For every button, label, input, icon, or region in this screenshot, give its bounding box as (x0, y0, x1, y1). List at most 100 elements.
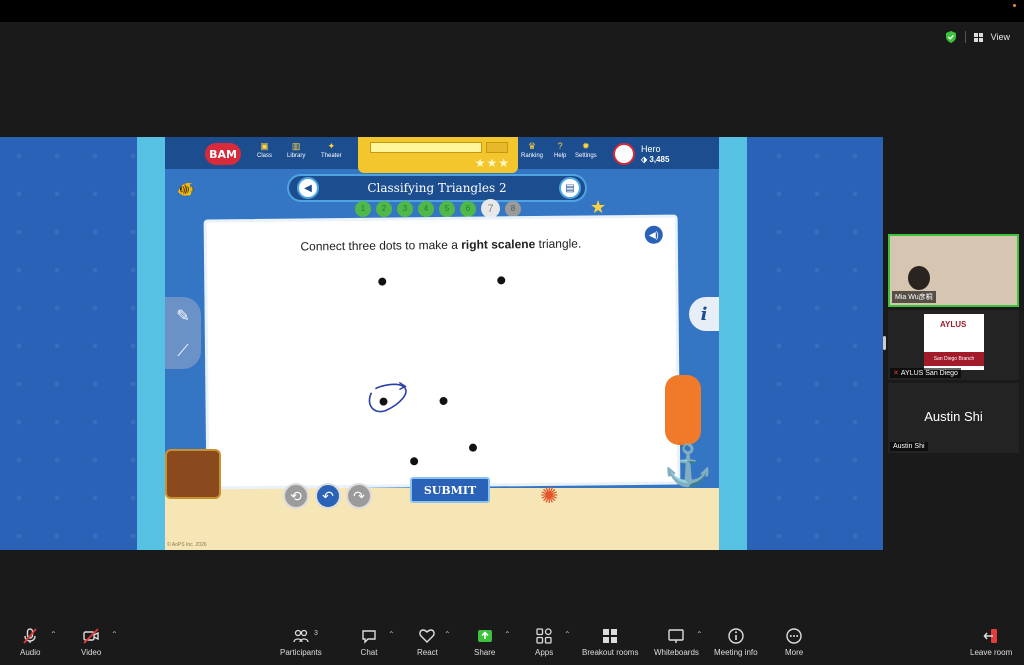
mic-muted-icon: ✕ (893, 370, 899, 377)
view-label[interactable]: View (991, 32, 1010, 42)
grid-dot[interactable] (468, 443, 478, 452)
audio-button[interactable]: Audio (20, 626, 40, 657)
back-button[interactable]: ◀ (297, 177, 319, 199)
video-options-caret[interactable]: ⌃ (111, 630, 118, 639)
frame-right (719, 137, 747, 550)
nav-theater[interactable]: ✦ Theater (321, 141, 342, 159)
nav-settings[interactable]: ✹ Settings (575, 141, 597, 159)
view-control[interactable]: View (945, 31, 1010, 43)
hero-avatar (613, 143, 635, 165)
step-3[interactable]: 3 (397, 200, 413, 217)
participants-count: 3 (314, 630, 318, 637)
whiteboards-options-caret[interactable]: ⌃ (696, 630, 703, 639)
apps-options-caret[interactable]: ⌃ (564, 630, 571, 639)
shared-screen: BAM ▣ Class ▥ Library ✦ Theater ♛ Ranking ? H… (0, 137, 883, 550)
ranking-icon: ♛ (527, 141, 537, 151)
react-options-caret[interactable]: ⌃ (444, 630, 451, 639)
participant-video-austin[interactable]: Austin Shi Austin Shi (888, 383, 1019, 453)
help-icon: ? (557, 141, 563, 151)
info-icon: i (700, 303, 708, 325)
redo-icon: ↷ (353, 487, 365, 504)
redo-button[interactable]: ↷ (346, 483, 372, 509)
step-5[interactable]: 5 (439, 200, 455, 217)
banner-slot-small (486, 142, 508, 153)
hero-coins: ⬗ 3,485 (641, 154, 670, 164)
more-button[interactable]: More (785, 626, 803, 657)
share-button[interactable]: Share (474, 626, 495, 657)
crab-icon: ✺ (540, 483, 559, 508)
audio-options-caret[interactable]: ⌃ (50, 630, 57, 639)
breakout-rooms-icon (603, 629, 618, 643)
anchor-icon: ⚓ (663, 444, 713, 488)
hero-profile[interactable]: Hero ⬗ 3,485 (613, 141, 685, 167)
step-indicator: 1 2 3 4 5 6 7 8 (355, 199, 521, 218)
grid-dot[interactable] (439, 396, 448, 406)
step-7-current[interactable]: 7 (481, 199, 500, 218)
coral-icon (665, 375, 701, 445)
drawing-board[interactable]: Connect three dots to make a right scale… (203, 214, 681, 490)
more-icon (786, 628, 802, 644)
whiteboards-button[interactable]: Whiteboards (654, 626, 699, 657)
meeting-toolbar: Audio ⌃ Video ⌃ Participants 3 Chat ⌃ Re… (0, 620, 1024, 665)
grid-icon (973, 32, 983, 42)
book-button[interactable]: ▤ (559, 177, 581, 199)
grid-dot[interactable] (410, 457, 419, 466)
breakout-rooms-button[interactable]: Breakout rooms (582, 626, 638, 657)
theater-icon: ✦ (327, 141, 336, 151)
divider (964, 31, 966, 43)
participant-name: Mia Wu彦桐 (892, 291, 936, 303)
pencil-icon[interactable]: ✎ (176, 306, 189, 326)
participant-display-name: Austin Shi (924, 409, 983, 424)
game-area: BAM ▣ Class ▥ Library ✦ Theater ♛ Ranking ? H… (165, 137, 719, 550)
nav-help[interactable]: ? Help (554, 141, 566, 159)
info-circle-icon (728, 628, 744, 644)
participant-video-mia[interactable]: Mia Wu彦桐 (888, 234, 1019, 307)
undo-icon: ↶ (322, 487, 334, 504)
ruler-icon[interactable]: ⟋ (177, 343, 188, 361)
nav-class[interactable]: ▣ Class (257, 141, 272, 159)
participant-name: ✕ AYLUS San Diego (890, 368, 961, 378)
recording-dot (1013, 4, 1016, 7)
step-2[interactable]: 2 (376, 200, 392, 217)
chat-options-caret[interactable]: ⌃ (388, 630, 395, 639)
chat-button[interactable]: Chat (360, 626, 378, 657)
grid-dot[interactable] (378, 277, 387, 286)
selection-scribble (368, 381, 407, 413)
share-options-caret[interactable]: ⌃ (504, 630, 511, 639)
panel-resize-handle[interactable] (883, 336, 886, 350)
apps-icon (536, 628, 552, 644)
lesson-title: Classifying Triangles 2 (367, 181, 507, 195)
share-screen-icon (477, 630, 492, 642)
step-6[interactable]: 6 (460, 200, 476, 217)
participant-video-aylus[interactable]: AYLUS San Diego Branch ✕ AYLUS San Diego (888, 310, 1019, 380)
meeting-info-button[interactable]: Meeting info (714, 626, 758, 657)
top-bar (0, 0, 1024, 22)
people-icon (293, 629, 309, 643)
react-button[interactable]: React (417, 626, 438, 657)
banner-slot (370, 142, 482, 153)
grid-dot[interactable] (497, 276, 506, 285)
step-4[interactable]: 4 (418, 200, 434, 217)
undo-button[interactable]: ↶ (315, 483, 341, 509)
reset-icon: ⟲ (290, 487, 302, 504)
info-button[interactable]: i (689, 297, 719, 331)
aylus-logo: AYLUS San Diego Branch (924, 314, 984, 370)
star-rating: ★★★ (474, 156, 510, 170)
nav-library[interactable]: ▥ Library (287, 141, 305, 159)
video-button[interactable]: Video (81, 626, 101, 657)
treasure-chest-icon (165, 449, 221, 499)
reset-button[interactable]: ⟲ (283, 483, 309, 509)
submit-button[interactable]: SUBMIT (410, 477, 490, 503)
game-logo[interactable]: BAM (205, 143, 241, 165)
participant-name: Austin Shi (890, 442, 928, 451)
nav-ranking[interactable]: ♛ Ranking (521, 141, 543, 159)
fish-icon: 🐠 (177, 181, 195, 197)
heart-icon (419, 629, 436, 643)
apps-button[interactable]: Apps (535, 626, 553, 657)
speaker-icon[interactable]: ◀) (644, 225, 663, 244)
leave-room-button[interactable]: Leave room (970, 626, 1012, 657)
class-icon: ▣ (260, 141, 269, 151)
library-icon: ▥ (291, 141, 301, 151)
step-1[interactable]: 1 (355, 200, 371, 217)
copyright: © AoPS Inc. 2026 (167, 542, 207, 548)
